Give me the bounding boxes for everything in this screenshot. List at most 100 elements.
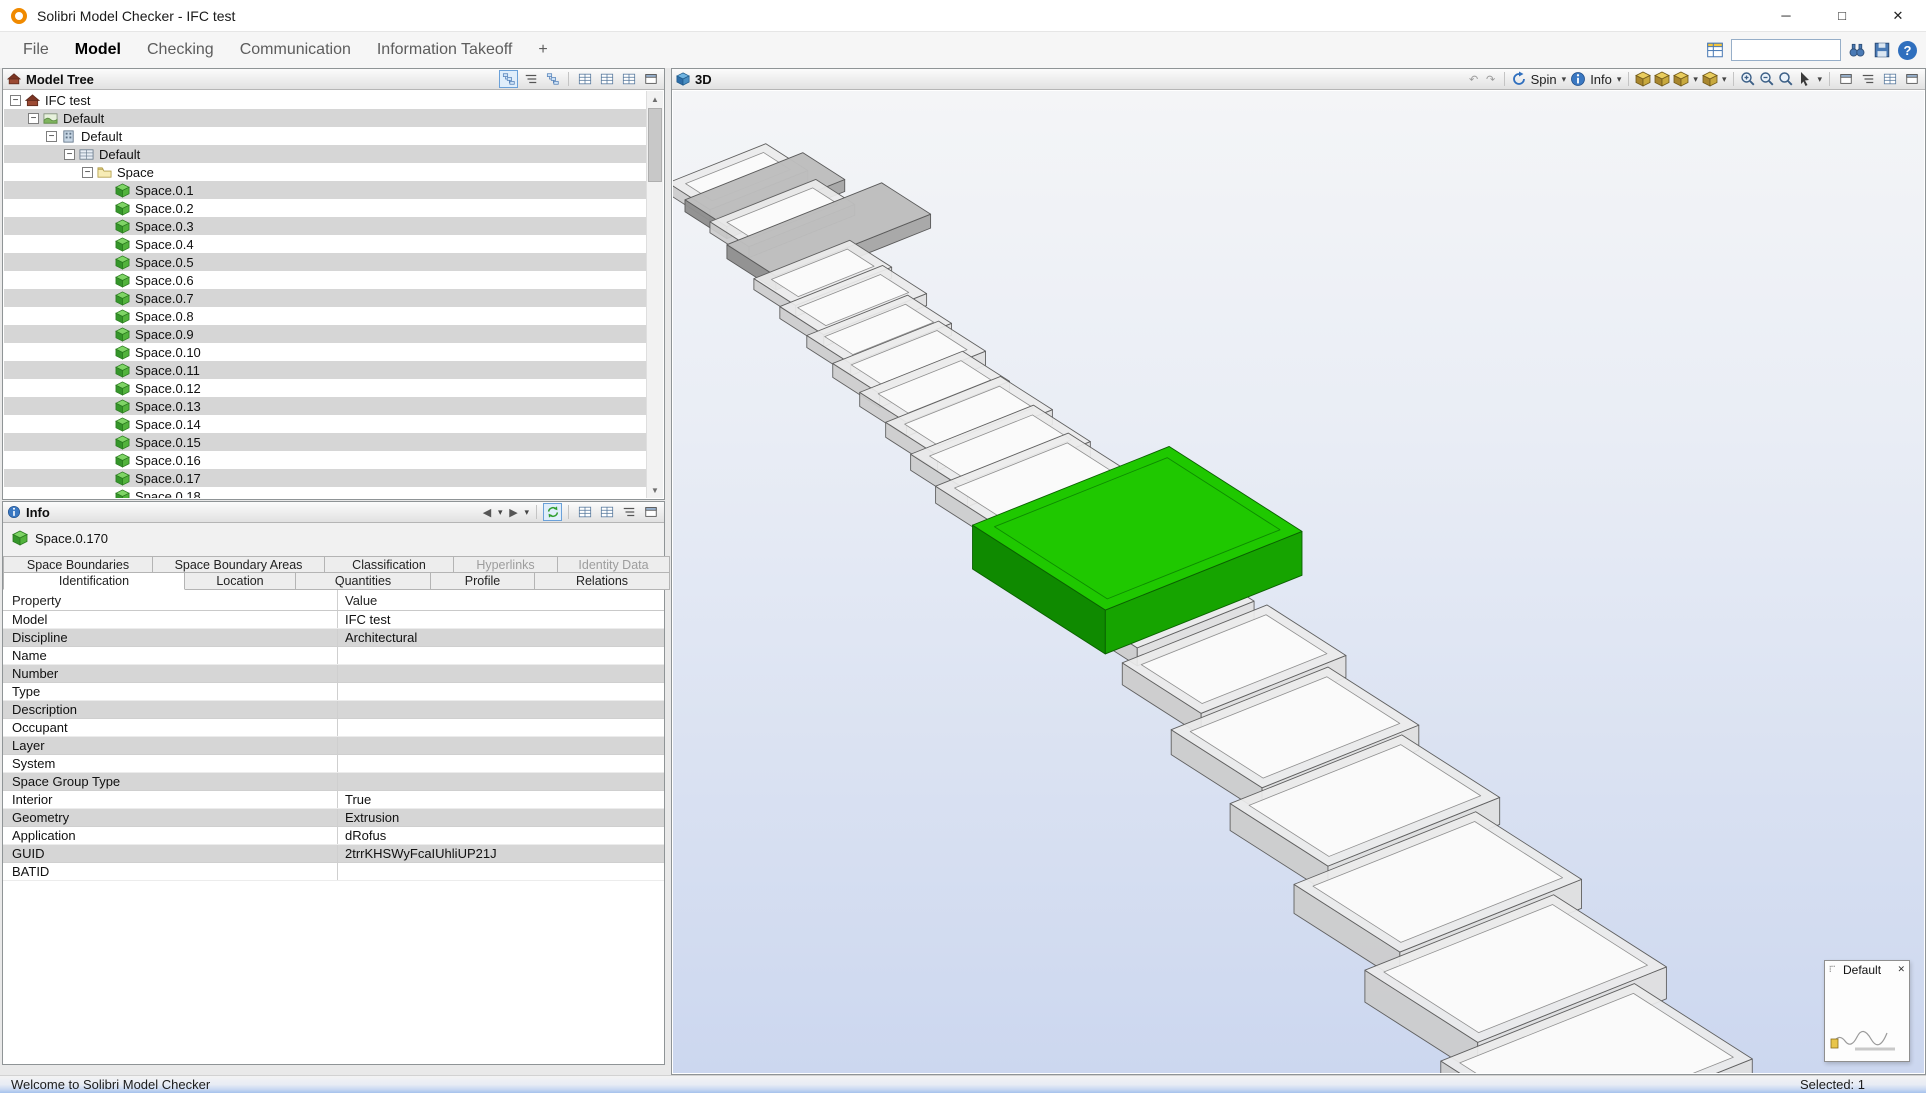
section-plane-icon[interactable] [1654, 71, 1670, 87]
tree-row[interactable]: Space.0.3 [4, 217, 646, 235]
quick-table-icon[interactable] [1706, 41, 1724, 59]
3d-viewport[interactable]: Default ✕ [673, 91, 1924, 1073]
model-tree-scrollbar[interactable]: ▲ ▼ [646, 91, 663, 498]
tree-row[interactable]: Space.0.14 [4, 415, 646, 433]
tree-row[interactable]: Space.0.15 [4, 433, 646, 451]
menu-item-communication[interactable]: Communication [227, 32, 364, 68]
spin-dropdown[interactable]: ▾ [1562, 74, 1567, 85]
zoom-in-icon[interactable] [1740, 71, 1756, 87]
tab-location[interactable]: Location [185, 573, 296, 590]
report-icon[interactable] [597, 503, 616, 521]
zoom-out-icon[interactable] [1759, 71, 1775, 87]
zoom-dropdown[interactable]: ▾ [1817, 74, 1822, 85]
tab-space-boundaries[interactable]: Space Boundaries [3, 556, 153, 573]
zoom-fit-icon[interactable] [1778, 71, 1794, 87]
tree-row[interactable]: Space.0.18 [4, 487, 646, 498]
undo-icon[interactable]: ↶ [1467, 73, 1481, 86]
tree-hierarchy-icon[interactable] [543, 70, 562, 88]
expand-branch-icon[interactable] [597, 70, 616, 88]
tree-row[interactable]: Space.0.11 [4, 361, 646, 379]
tab-relations[interactable]: Relations [535, 573, 670, 590]
section-box-icon[interactable] [1673, 71, 1689, 87]
redo-icon[interactable]: ↷ [1484, 73, 1498, 86]
transparency-icon[interactable] [1702, 71, 1718, 87]
tree-expander[interactable]: − [46, 131, 57, 142]
tab-classification[interactable]: Classification [325, 556, 454, 573]
show-table-icon[interactable] [575, 70, 594, 88]
menu-item--[interactable]: + [525, 32, 560, 68]
menu-item-file[interactable]: File [10, 32, 62, 68]
grid-icon[interactable] [1880, 70, 1899, 88]
tree-row[interactable]: Space.0.6 [4, 271, 646, 289]
tree-row[interactable]: −Default [4, 109, 646, 127]
info-mode-icon[interactable] [1570, 71, 1586, 87]
info-title: Info [26, 505, 50, 520]
float-panel-icon[interactable] [641, 70, 660, 88]
float-panel-icon[interactable] [641, 503, 660, 521]
tree-row[interactable]: −IFC test [4, 91, 646, 109]
forward-button[interactable]: ▶ [506, 506, 520, 519]
tree-expander[interactable]: − [10, 95, 21, 106]
back-button[interactable]: ◀ [480, 506, 494, 519]
back-history-dropdown[interactable]: ▾ [498, 507, 503, 518]
settings-icon[interactable] [619, 503, 638, 521]
pointer-icon[interactable] [1797, 71, 1813, 87]
tree-row[interactable]: Space.0.10 [4, 343, 646, 361]
tree-structure-icon[interactable] [521, 70, 540, 88]
menu-item-checking[interactable]: Checking [134, 32, 227, 68]
space-icon [115, 309, 130, 324]
tree-row[interactable]: Space.0.8 [4, 307, 646, 325]
duplicate-view-icon[interactable] [1836, 70, 1855, 88]
tree-expander[interactable]: − [64, 149, 75, 160]
tree-row[interactable]: Space.0.17 [4, 469, 646, 487]
forward-history-dropdown[interactable]: ▾ [524, 507, 529, 518]
tree-row[interactable]: Space.0.1 [4, 181, 646, 199]
collapse-branch-icon[interactable] [619, 70, 638, 88]
close-button[interactable]: ✕ [1870, 0, 1926, 31]
tree-row[interactable]: −Default [4, 145, 646, 163]
menu-item-model[interactable]: Model [62, 32, 134, 68]
tree-row[interactable]: Space.0.9 [4, 325, 646, 343]
save-icon[interactable] [1873, 41, 1891, 59]
tree-row[interactable]: −Space [4, 163, 646, 181]
find-icon[interactable] [1848, 41, 1866, 59]
tree-expander[interactable]: − [82, 167, 93, 178]
info-mode-dropdown[interactable]: ▾ [1617, 74, 1622, 85]
tree-row[interactable]: Space.0.12 [4, 379, 646, 397]
isolate-component-icon[interactable] [1635, 71, 1651, 87]
show-table-icon[interactable] [575, 503, 594, 521]
mini-panel-close-icon[interactable]: ✕ [1897, 964, 1905, 975]
mini-panel-titlebar[interactable]: Default ✕ [1825, 961, 1909, 978]
layers-icon[interactable] [1858, 70, 1877, 88]
tab-profile[interactable]: Profile [431, 573, 535, 590]
float-panel-icon[interactable] [1902, 70, 1921, 88]
tree-row[interactable]: Space.0.2 [4, 199, 646, 217]
tree-row[interactable]: Space.0.16 [4, 451, 646, 469]
search-input[interactable] [1731, 39, 1841, 61]
tree-row[interactable]: Space.0.7 [4, 289, 646, 307]
tree-expander[interactable]: − [28, 113, 39, 124]
menu-item-information-takeoff[interactable]: Information Takeoff [364, 32, 526, 68]
tab-space-boundary-areas[interactable]: Space Boundary Areas [153, 556, 325, 573]
auto-update-icon[interactable] [543, 503, 562, 521]
tree-row[interactable]: −Default [4, 127, 646, 145]
scroll-thumb[interactable] [648, 108, 662, 182]
maximize-button[interactable]: □ [1814, 0, 1870, 31]
default-mini-panel[interactable]: Default ✕ [1824, 960, 1910, 1062]
info-mode-label[interactable]: Info [1590, 72, 1612, 87]
help-icon[interactable]: ? [1898, 41, 1917, 60]
tree-row[interactable]: Space.0.13 [4, 397, 646, 415]
scroll-up-button[interactable]: ▲ [647, 91, 663, 107]
spin-label[interactable]: Spin [1531, 72, 1557, 87]
scroll-down-button[interactable]: ▼ [647, 482, 663, 498]
tab-identification[interactable]: Identification [3, 573, 185, 590]
visualization-dropdown[interactable]: ▾ [1722, 74, 1727, 85]
minimize-button[interactable]: ─ [1758, 0, 1814, 31]
tree-label: Space.0.16 [135, 453, 201, 468]
section-dropdown[interactable]: ▾ [1693, 74, 1698, 85]
tree-row[interactable]: Space.0.4 [4, 235, 646, 253]
tab-quantities[interactable]: Quantities [296, 573, 431, 590]
tree-selection-mode-icon[interactable] [499, 70, 518, 88]
spin-icon[interactable] [1511, 71, 1527, 87]
tree-row[interactable]: Space.0.5 [4, 253, 646, 271]
